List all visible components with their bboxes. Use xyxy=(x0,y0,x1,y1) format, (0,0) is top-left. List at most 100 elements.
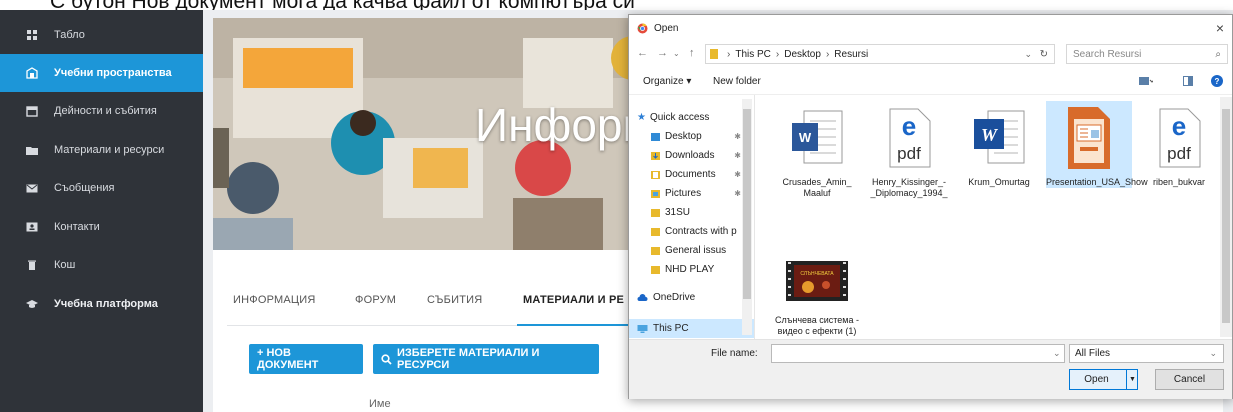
nav-pane-scrollbar[interactable] xyxy=(742,99,752,335)
organize-button[interactable]: Organize ▾ xyxy=(643,76,691,87)
pin-icon[interactable]: ✱ xyxy=(734,132,741,141)
search-input[interactable]: Search Resursi xyxy=(1073,49,1141,60)
nav-onedrive[interactable]: OneDrive xyxy=(629,288,754,307)
forward-arrow-icon[interactable]: → xyxy=(657,47,668,59)
column-header-name[interactable]: Име xyxy=(369,398,391,410)
cancel-button[interactable]: Cancel xyxy=(1155,369,1224,390)
file-item[interactable]: e pdf Henry_Kissinger_-_Diplomacy_1994_ xyxy=(866,105,952,199)
recent-dropdown-icon[interactable]: ⌄ xyxy=(673,49,680,58)
breadcrumb-separator: › xyxy=(775,48,780,60)
nav-label: Desktop xyxy=(665,131,702,142)
search-icon xyxy=(381,353,392,365)
refresh-icon[interactable]: ↻ xyxy=(1040,49,1048,60)
tab-events[interactable]: СЪБИТИЯ xyxy=(427,294,482,306)
svg-text:СЛЪНЧЕВАТА: СЛЪНЧЕВАТА xyxy=(800,271,834,277)
file-type-select[interactable]: All Files ⌄ xyxy=(1069,344,1224,363)
sidebar-item-label: Табло xyxy=(54,29,85,41)
desktop-folder-icon xyxy=(651,132,660,141)
search-box[interactable]: Search Resursi ⌕ xyxy=(1066,44,1228,64)
pin-icon[interactable]: ✱ xyxy=(734,170,741,179)
preview-pane-icon[interactable] xyxy=(1183,76,1193,86)
nav-desktop[interactable]: Desktop ✱ xyxy=(629,127,754,146)
folder-icon xyxy=(26,144,38,156)
sidebar-item-messages[interactable]: Съобщения xyxy=(0,169,203,207)
nav-folder-general[interactable]: General issus xyxy=(629,241,754,260)
file-item[interactable]: W Crusades_Amin_ Maaluf xyxy=(774,105,860,199)
sidebar-item-dashboard[interactable]: Табло xyxy=(0,16,203,54)
breadcrumb-separator: › xyxy=(727,48,731,60)
pin-icon[interactable]: ✱ xyxy=(734,189,741,198)
nav-folder-nhd-play[interactable]: NHD PLAY xyxy=(629,260,754,279)
sidebar: Табло Учебни пространства Дейности и съб… xyxy=(0,10,203,412)
file-name-dropdown-icon[interactable]: ⌄ xyxy=(1053,348,1061,359)
choose-materials-label: ИЗБЕРЕТЕ МАТЕРИАЛИ И РЕСУРСИ xyxy=(397,347,540,371)
help-icon[interactable]: ? xyxy=(1211,75,1223,87)
sidebar-item-label: Контакти xyxy=(54,221,100,233)
back-arrow-icon[interactable]: ← xyxy=(637,47,648,59)
file-item[interactable]: W Krum_Omurtag xyxy=(956,105,1042,188)
file-name-input[interactable] xyxy=(771,344,1065,363)
file-item[interactable]: СЛЪНЧЕВАТА Слънчева система - видео с еф… xyxy=(774,251,860,337)
pin-icon[interactable]: ✱ xyxy=(734,151,741,160)
scrollbar-thumb[interactable] xyxy=(743,109,751,299)
file-name-label: File name: xyxy=(711,348,758,359)
nav-folder-31su[interactable]: 31SU xyxy=(629,203,754,222)
up-arrow-icon[interactable]: ↑ xyxy=(689,47,695,59)
new-document-button[interactable]: + НОВ ДОКУМЕНТ xyxy=(249,344,363,374)
view-options-icon[interactable] xyxy=(1139,76,1155,86)
building-icon xyxy=(26,67,38,79)
svg-text:pdf: pdf xyxy=(897,144,921,163)
dialog-toolbar: Organize ▾ New folder ? xyxy=(629,69,1232,95)
address-bar[interactable]: › This PC › Desktop › Resursi ⌄ ↻ xyxy=(705,44,1055,64)
sidebar-item-trash[interactable]: Кош xyxy=(0,246,203,284)
close-icon[interactable]: × xyxy=(1216,20,1224,36)
breadcrumb-separator: › xyxy=(825,48,830,60)
nav-quick-access[interactable]: ★ Quick access xyxy=(629,108,754,127)
sidebar-item-learning-platform[interactable]: Учебна платформа xyxy=(0,285,203,323)
file-name: Слънчева система - видео с ефекти (1) xyxy=(775,315,859,336)
choose-materials-button[interactable]: ИЗБЕРЕТЕ МАТЕРИАЛИ И РЕСУРСИ xyxy=(373,344,599,374)
downloads-folder-icon xyxy=(651,151,660,160)
tab-information[interactable]: ИНФОРМАЦИЯ xyxy=(233,294,315,306)
sidebar-item-label: Учебни пространства xyxy=(54,67,172,79)
contact-card-icon xyxy=(26,221,38,233)
navigation-pane: ★ Quick access Desktop ✱ Downloads ✱ Doc… xyxy=(629,95,755,339)
search-icon: ⌕ xyxy=(1215,48,1221,60)
file-list-scrollbar[interactable] xyxy=(1220,97,1232,337)
sidebar-item-learning-spaces[interactable]: Учебни пространства xyxy=(0,54,203,92)
sidebar-item-materials[interactable]: Материали и ресурси xyxy=(0,131,203,169)
nav-label: Contracts with p xyxy=(665,226,737,237)
nav-label: Documents xyxy=(665,169,716,180)
nav-label: General issus xyxy=(665,245,727,256)
nav-this-pc[interactable]: This PC xyxy=(629,319,754,338)
breadcrumb-this-pc[interactable]: This PC xyxy=(735,49,771,60)
file-type-value: All Files xyxy=(1075,348,1111,359)
tab-materials[interactable]: МАТЕРИАЛИ И РЕ xyxy=(523,294,624,306)
nav-pictures[interactable]: Pictures ✱ xyxy=(629,184,754,203)
folder-icon xyxy=(651,208,660,217)
folder-icon xyxy=(710,49,718,59)
file-item[interactable]: e pdf riben_bukvar xyxy=(1136,105,1222,188)
grid-icon xyxy=(26,29,38,41)
trash-icon xyxy=(26,259,38,271)
nav-label: Pictures xyxy=(665,188,702,199)
nav-documents[interactable]: Documents ✱ xyxy=(629,165,754,184)
sidebar-item-activities[interactable]: Дейности и събития xyxy=(0,92,203,130)
nav-folder-contracts[interactable]: Contracts with p xyxy=(629,222,754,241)
file-item-selected[interactable]: Presentation_USA_Show xyxy=(1046,101,1148,188)
file-name: Krum_Omurtag xyxy=(968,177,1030,187)
address-dropdown-icon[interactable]: ⌄ xyxy=(1024,49,1032,60)
breadcrumb-resursi[interactable]: Resursi xyxy=(834,49,868,60)
new-folder-button[interactable]: New folder xyxy=(713,76,761,87)
nav-label: NHD PLAY xyxy=(665,264,715,275)
selection-highlight: Presentation_USA_Show xyxy=(1046,101,1148,188)
sidebar-item-contacts[interactable]: Контакти xyxy=(0,208,203,246)
tab-forum[interactable]: ФОРУМ xyxy=(355,294,396,306)
open-file-dialog: Open × ← → ⌄ ↑ › This PC › Desktop › Res… xyxy=(628,14,1233,399)
open-dropdown-arrow[interactable]: ▼ xyxy=(1126,370,1138,389)
star-icon: ★ xyxy=(637,112,646,123)
scrollbar-thumb[interactable] xyxy=(1222,109,1230,323)
nav-label: OneDrive xyxy=(653,292,696,303)
nav-downloads[interactable]: Downloads ✱ xyxy=(629,146,754,165)
breadcrumb-desktop[interactable]: Desktop xyxy=(784,49,821,60)
